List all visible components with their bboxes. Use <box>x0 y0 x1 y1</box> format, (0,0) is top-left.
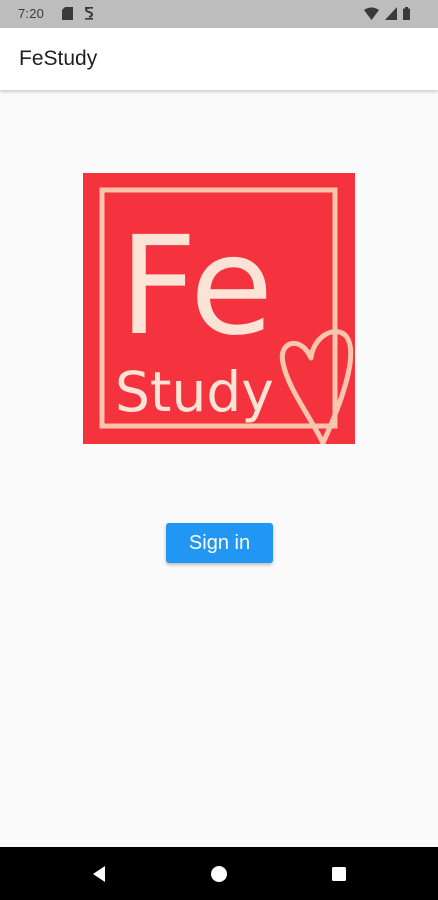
home-button[interactable] <box>209 864 229 884</box>
signal-icon <box>385 7 397 20</box>
status-bar: 7:20 <box>0 0 438 28</box>
back-button[interactable] <box>89 864 109 884</box>
battery-icon <box>403 7 410 20</box>
app-bar: FeStudy <box>0 28 438 90</box>
sd-card-icon <box>62 7 73 20</box>
navigation-bar <box>0 847 438 900</box>
logo-text-small: Study <box>115 360 274 424</box>
logo-text-large: Fe <box>119 208 273 366</box>
logo-image: Fe Study <box>83 173 355 444</box>
status-time: 7:20 <box>18 6 45 21</box>
status-right-icons <box>364 7 410 20</box>
fe-study-logo: Fe Study <box>83 173 355 444</box>
screen: 7:20 FeStudy Fe Study Sign in <box>0 0 438 900</box>
back-icon <box>93 866 105 882</box>
wifi-icon <box>364 7 379 20</box>
sim-icon <box>83 7 95 20</box>
status-left-icons <box>62 7 95 20</box>
recents-icon <box>332 867 346 881</box>
home-icon <box>211 866 227 882</box>
app-title: FeStudy <box>19 47 98 70</box>
sign-in-button[interactable]: Sign in <box>166 523 273 563</box>
recents-button[interactable] <box>329 864 349 884</box>
